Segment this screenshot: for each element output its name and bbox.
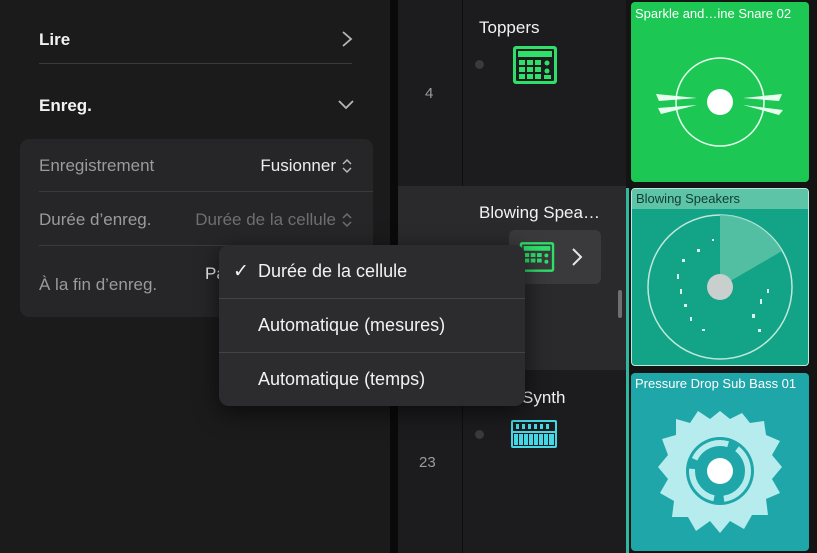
divider xyxy=(39,191,373,192)
track-status-dot xyxy=(475,430,484,439)
chevron-right-icon[interactable] xyxy=(340,29,354,54)
cell-clip[interactable]: Pressure Drop Sub Bass 01 xyxy=(631,373,809,551)
clip-waveform-icon xyxy=(658,411,782,533)
clip-waveform-icon xyxy=(647,214,793,360)
cell-clip-selected[interactable]: Blowing Speakers xyxy=(631,188,809,366)
up-down-chevron-icon[interactable] xyxy=(341,211,353,234)
track-name[interactable]: Blowing Spea… xyxy=(479,203,609,223)
play-section-label[interactable]: Lire xyxy=(39,30,70,50)
menu-item-auto-bars[interactable]: Automatique (mesures) xyxy=(219,299,525,353)
scrollbar-thumb[interactable] xyxy=(618,290,622,318)
track-status-dot xyxy=(475,60,484,69)
drum-machine-icon[interactable] xyxy=(512,45,558,90)
track-name[interactable]: Toppers xyxy=(479,18,619,38)
track-number: 23 xyxy=(419,454,436,471)
duration-dropdown-menu: ✓ Durée de la cellule Automatique (mesur… xyxy=(219,245,525,406)
track-number: 4 xyxy=(425,85,434,102)
chevron-down-icon[interactable] xyxy=(336,97,356,118)
menu-item-auto-beats[interactable]: Automatique (temps) xyxy=(219,353,525,407)
clip-waveform-icon xyxy=(656,57,783,147)
synth-keyboard-icon[interactable] xyxy=(510,419,558,454)
menu-item-label: Automatique (mesures) xyxy=(258,315,446,335)
menu-item-label: Automatique (temps) xyxy=(258,369,426,389)
end-of-record-label: À la fin d’enreg. xyxy=(39,275,158,294)
track-name[interactable]: Synth xyxy=(522,388,622,408)
up-down-chevron-icon[interactable] xyxy=(341,157,353,180)
menu-item-label: Durée de la cellule xyxy=(258,261,408,281)
duration-value[interactable]: Durée de la cellule xyxy=(195,210,336,230)
recording-label: Enregistrement xyxy=(39,156,155,175)
menu-item-cell-duration[interactable]: ✓ Durée de la cellule xyxy=(219,245,525,299)
divider xyxy=(39,63,352,64)
cell-clip[interactable]: Sparkle and…ine Snare 02 xyxy=(631,2,809,182)
recording-value[interactable]: Fusionner xyxy=(260,156,336,176)
checkmark-icon: ✓ xyxy=(233,261,249,282)
record-section-label[interactable]: Enreg. xyxy=(39,96,92,116)
duration-label: Durée d’enreg. xyxy=(39,210,152,229)
chevron-right-icon[interactable] xyxy=(570,246,584,273)
